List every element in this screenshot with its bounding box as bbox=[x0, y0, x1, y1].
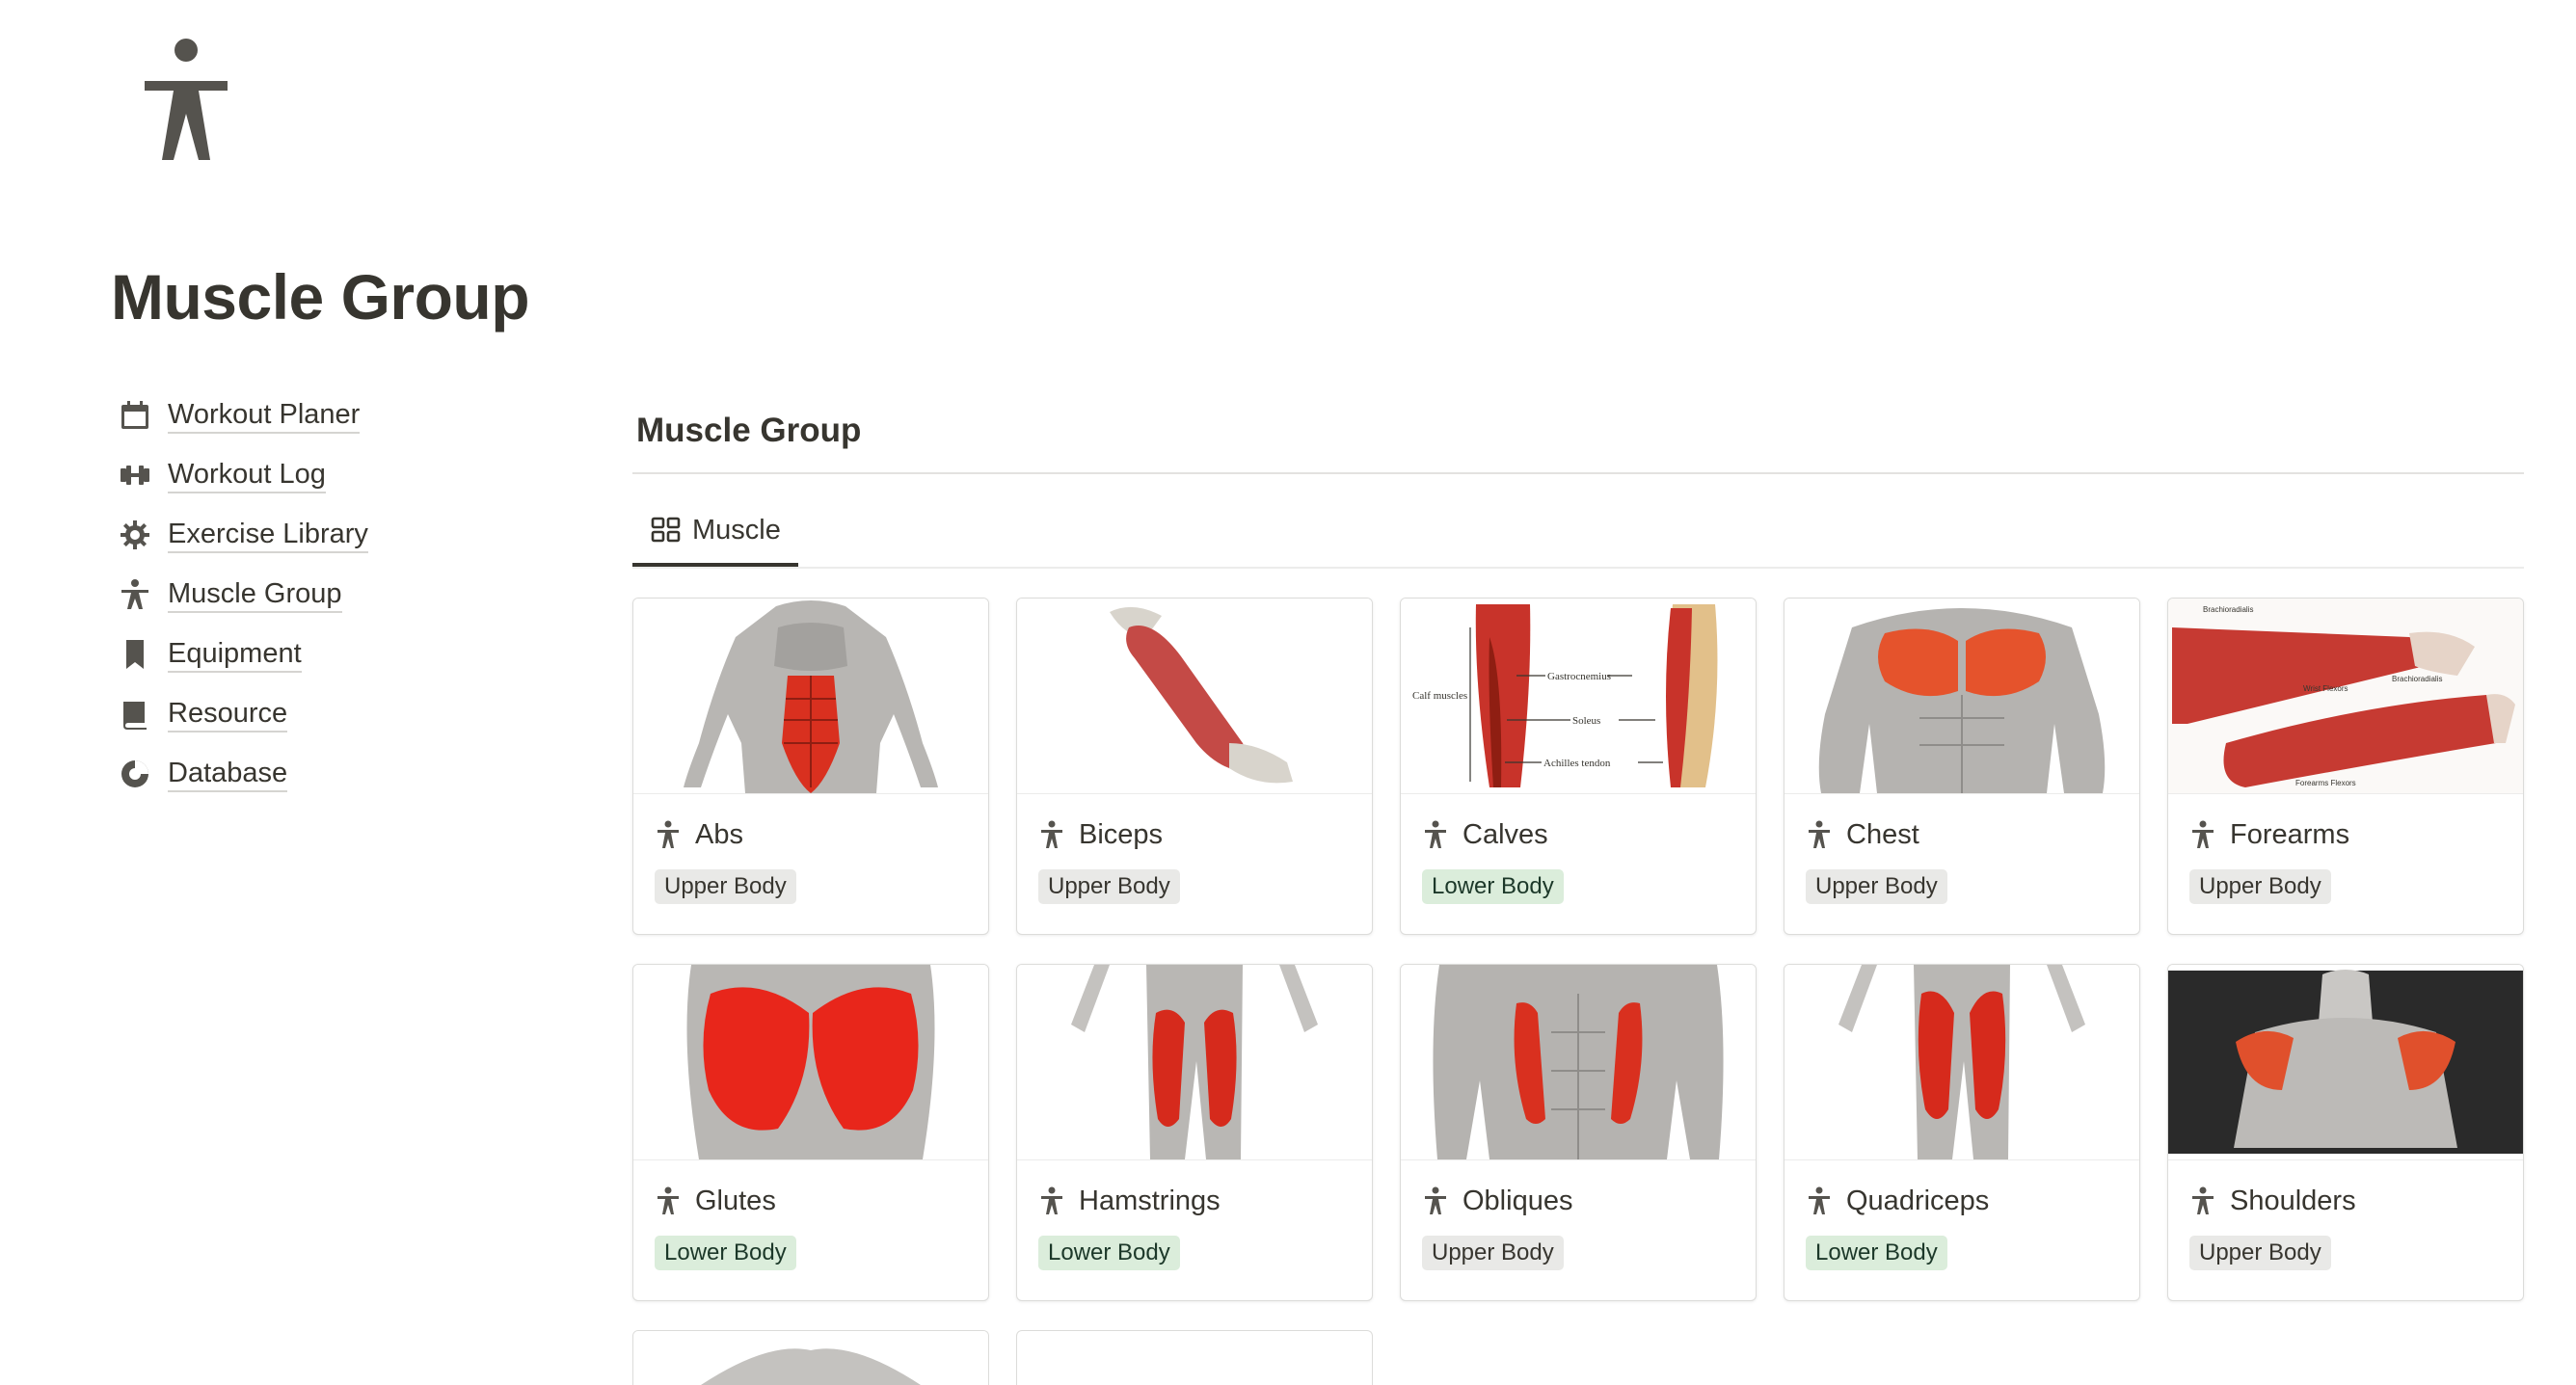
nav-item-database[interactable]: Database bbox=[116, 744, 598, 804]
body-region-tag: Lower Body bbox=[1422, 869, 1564, 904]
nav-item-muscle-group[interactable]: Muscle Group bbox=[116, 565, 598, 625]
gallery-card-partial[interactable] bbox=[632, 1330, 989, 1385]
person-icon bbox=[1425, 820, 1446, 848]
tab-muscle[interactable]: Muscle bbox=[636, 509, 798, 567]
body-region-tag: Lower Body bbox=[1806, 1236, 1947, 1270]
image-label: Achilles tendon bbox=[1543, 758, 1611, 769]
gallery-card-obliques[interactable]: Obliques Upper Body bbox=[1400, 964, 1757, 1301]
gallery-card-forearms[interactable]: Brachioradialis Wrist Flexors Brachiorad… bbox=[2167, 598, 2524, 935]
bookmark-icon bbox=[116, 635, 154, 674]
person-icon bbox=[657, 1186, 679, 1214]
nav-label: Exercise Library bbox=[168, 518, 368, 553]
gallery-card-calves[interactable]: Calf muscles Gastrocnemius Soleus Achill… bbox=[1400, 598, 1757, 935]
body-region-tag: Lower Body bbox=[655, 1236, 796, 1270]
person-icon bbox=[116, 575, 154, 614]
calendar-icon bbox=[116, 396, 154, 435]
nav-label: Equipment bbox=[168, 637, 302, 673]
nav-label: Workout Planer bbox=[168, 398, 361, 434]
body-region-tag: Lower Body bbox=[1038, 1236, 1180, 1270]
gallery-card-quadriceps[interactable]: Quadriceps Lower Body bbox=[1784, 964, 2140, 1301]
database-title[interactable]: Muscle Group bbox=[636, 410, 861, 452]
person-icon bbox=[1425, 1186, 1446, 1214]
card-title: Chest bbox=[1846, 818, 1919, 850]
image-label: Brachioradialis bbox=[2392, 675, 2442, 683]
body-region-tag: Upper Body bbox=[2189, 869, 2331, 904]
biceps-anatomy-image bbox=[1017, 599, 1372, 794]
person-icon bbox=[2192, 1186, 2214, 1214]
image-label: Wrist Flexors bbox=[2303, 684, 2348, 693]
person-standing-icon bbox=[145, 39, 228, 160]
nav-item-workout-planer[interactable]: Workout Planer bbox=[116, 386, 598, 445]
dumbbell-icon bbox=[116, 456, 154, 494]
body-region-tag: Upper Body bbox=[1806, 869, 1947, 904]
card-title: Hamstrings bbox=[1079, 1185, 1221, 1216]
gear-icon bbox=[116, 516, 154, 554]
image-label: Soleus bbox=[1572, 715, 1600, 727]
nav-item-equipment[interactable]: Equipment bbox=[116, 625, 598, 684]
gallery-card-glutes[interactable]: Glutes Lower Body bbox=[632, 964, 989, 1301]
gallery-card-biceps[interactable]: Biceps Upper Body bbox=[1016, 598, 1373, 935]
body-region-tag: Upper Body bbox=[2189, 1236, 2331, 1270]
book-icon bbox=[116, 695, 154, 733]
card-title: Abs bbox=[695, 818, 743, 850]
body-region-tag: Upper Body bbox=[655, 869, 796, 904]
gallery-card-hamstrings[interactable]: Hamstrings Lower Body bbox=[1016, 964, 1373, 1301]
card-title: Shoulders bbox=[2230, 1185, 2356, 1216]
gallery-view: Abs Upper Body Biceps Upper Body Calf mu… bbox=[632, 598, 2524, 1385]
nav-label: Muscle Group bbox=[168, 577, 342, 613]
nav-label: Resource bbox=[168, 697, 288, 732]
card-title: Calves bbox=[1462, 818, 1548, 850]
divider bbox=[632, 567, 2524, 569]
image-label: Brachioradialis bbox=[2203, 605, 2253, 614]
nav-item-resource[interactable]: Resource bbox=[116, 684, 598, 744]
nav-label: Workout Log bbox=[168, 458, 326, 493]
gallery-card-partial[interactable] bbox=[1016, 1330, 1373, 1385]
card-title: Quadriceps bbox=[1846, 1185, 1990, 1216]
person-icon bbox=[1041, 1186, 1062, 1214]
nav-item-workout-log[interactable]: Workout Log bbox=[116, 445, 598, 505]
shoulders-anatomy-image bbox=[2168, 965, 2523, 1160]
image-label: Forearms Flexors bbox=[2295, 779, 2356, 787]
divider bbox=[632, 472, 2524, 474]
person-icon bbox=[657, 820, 679, 848]
abs-anatomy-image bbox=[633, 599, 988, 794]
forearms-anatomy-image: Brachioradialis Wrist Flexors Brachiorad… bbox=[2168, 599, 2523, 794]
gallery-card-abs[interactable]: Abs Upper Body bbox=[632, 598, 989, 935]
hamstrings-anatomy-image bbox=[1017, 965, 1372, 1160]
back-anatomy-image bbox=[633, 1331, 988, 1385]
person-icon bbox=[1809, 1186, 1830, 1214]
calves-anatomy-image: Calf muscles Gastrocnemius Soleus Achill… bbox=[1401, 599, 1756, 794]
chest-anatomy-image bbox=[1784, 599, 2139, 794]
image-label: Gastrocnemius bbox=[1547, 671, 1611, 682]
image-label: Calf muscles bbox=[1412, 690, 1467, 702]
body-region-tag: Upper Body bbox=[1038, 869, 1180, 904]
tab-label: Muscle bbox=[692, 515, 781, 546]
gallery-card-chest[interactable]: Chest Upper Body bbox=[1784, 598, 2140, 935]
body-region-tag: Upper Body bbox=[1422, 1236, 1564, 1270]
page-title: Muscle Group bbox=[111, 261, 530, 333]
card-title: Obliques bbox=[1462, 1185, 1573, 1216]
page-nav: Workout Planer Workout Log Exercise Libr… bbox=[116, 386, 598, 804]
card-title: Glutes bbox=[695, 1185, 776, 1216]
pie-chart-icon bbox=[116, 755, 154, 793]
nav-label: Database bbox=[168, 757, 288, 792]
nav-item-exercise-library[interactable]: Exercise Library bbox=[116, 505, 598, 565]
obliques-anatomy-image bbox=[1401, 965, 1756, 1160]
card-title: Forearms bbox=[2230, 818, 2350, 850]
quadriceps-anatomy-image bbox=[1784, 965, 2139, 1160]
gallery-grid-icon bbox=[651, 517, 681, 543]
glutes-anatomy-image bbox=[633, 965, 988, 1160]
person-icon bbox=[2192, 820, 2214, 848]
gallery-card-shoulders[interactable]: Shoulders Upper Body bbox=[2167, 964, 2524, 1301]
card-title: Biceps bbox=[1079, 818, 1164, 850]
person-icon bbox=[1809, 820, 1830, 848]
person-icon bbox=[1041, 820, 1062, 848]
